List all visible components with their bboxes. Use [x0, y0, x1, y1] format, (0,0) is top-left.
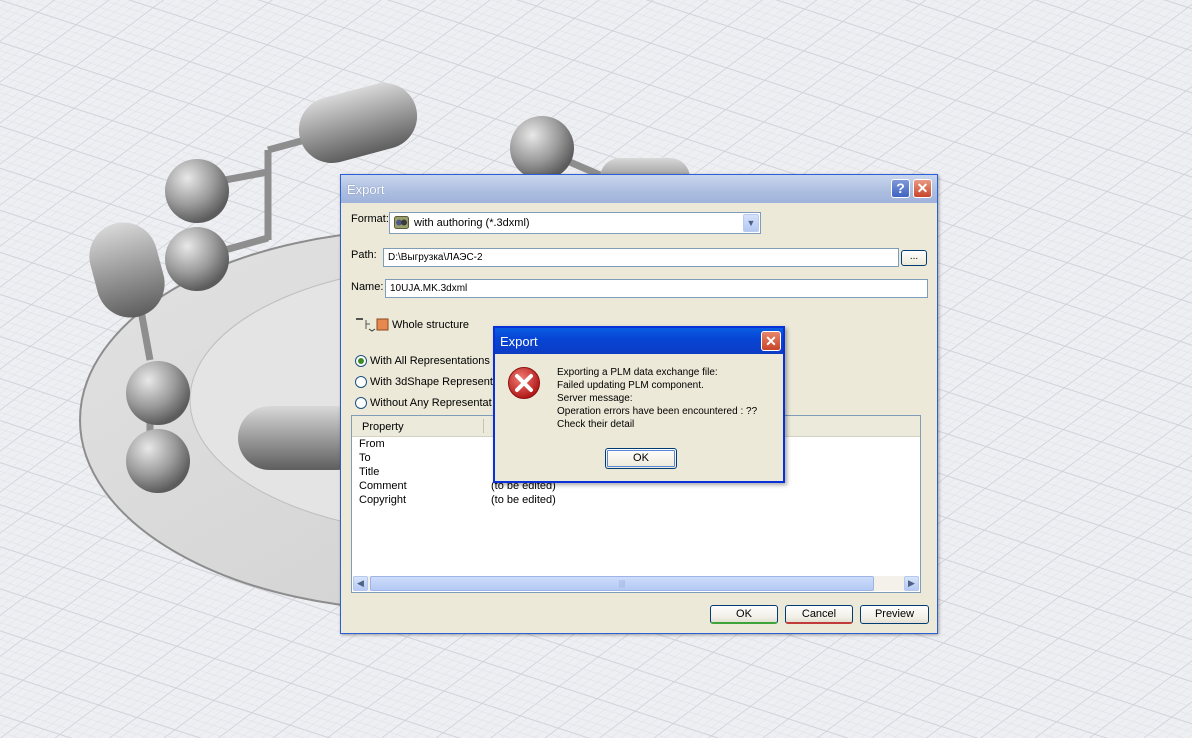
error-dialog-title: Export	[500, 334, 538, 349]
error-line: Operation errors have been encountered :…	[557, 406, 758, 417]
scroll-left-icon[interactable]: ◀	[353, 576, 368, 591]
row-key: To	[359, 452, 371, 464]
format-icon	[394, 216, 409, 229]
error-line: Exporting a PLM data exchange file:	[557, 367, 718, 378]
horizontal-scrollbar[interactable]: ◀ ||| ▶	[353, 576, 919, 591]
name-field[interactable]: 10UJA.MK.3dxml	[385, 279, 928, 298]
scroll-thumb[interactable]: |||	[370, 576, 874, 591]
preview-button[interactable]: Preview	[860, 605, 929, 624]
cancel-button[interactable]: Cancel	[785, 605, 853, 624]
table-row[interactable]: Copyright (to be edited)	[352, 494, 920, 508]
name-label: Name:	[351, 281, 384, 293]
option-no-representation-label: Without Any Representat	[370, 397, 492, 409]
scroll-right-icon[interactable]: ▶	[904, 576, 919, 591]
column-divider[interactable]	[483, 419, 484, 433]
radio-all-representations[interactable]	[355, 355, 367, 367]
error-icon	[508, 367, 540, 399]
error-dialog: Export ✕ Exporting a PLM data exchange f…	[493, 326, 785, 483]
export-dialog-titlebar[interactable]: Export ? ✕	[341, 175, 937, 203]
property-column-header: Property	[362, 421, 404, 433]
row-value: (to be edited)	[491, 494, 556, 506]
help-button[interactable]: ?	[891, 179, 910, 198]
path-field[interactable]: D:\Выгрузка\ЛАЭС-2	[383, 248, 899, 267]
ok-button[interactable]: OK	[710, 605, 778, 624]
radio-3dshape-representations[interactable]	[355, 376, 367, 388]
format-select[interactable]: with authoring (*.3dxml) ▼	[389, 212, 761, 234]
radio-no-representation[interactable]	[355, 397, 367, 409]
option-3dshape-label: With 3dShape Representa	[370, 376, 500, 388]
chevron-down-icon[interactable]: ▼	[743, 214, 759, 232]
row-key: Comment	[359, 480, 407, 492]
row-key: Title	[359, 466, 380, 478]
error-ok-button[interactable]: OK	[605, 448, 677, 469]
error-message: Exporting a PLM data exchange file: Fail…	[557, 366, 757, 431]
close-button[interactable]: ✕	[913, 179, 932, 198]
error-line: Check their detail	[557, 419, 635, 430]
browse-button[interactable]: ...	[901, 250, 927, 266]
row-key: Copyright	[359, 494, 407, 506]
error-line: Failed updating PLM component.	[557, 380, 704, 391]
structure-icon	[356, 318, 389, 332]
error-close-button[interactable]: ✕	[761, 331, 781, 351]
option-all-representations-label: With All Representations	[370, 355, 490, 367]
error-line: Server message:	[557, 393, 633, 404]
path-label: Path:	[351, 249, 377, 261]
row-key: From	[359, 438, 385, 450]
export-dialog-title: Export	[347, 182, 385, 197]
structure-label: Whole structure	[392, 319, 470, 331]
format-value: with authoring (*.3dxml)	[414, 217, 530, 229]
error-dialog-titlebar[interactable]: Export	[495, 328, 783, 354]
format-label: Format:	[351, 213, 389, 225]
